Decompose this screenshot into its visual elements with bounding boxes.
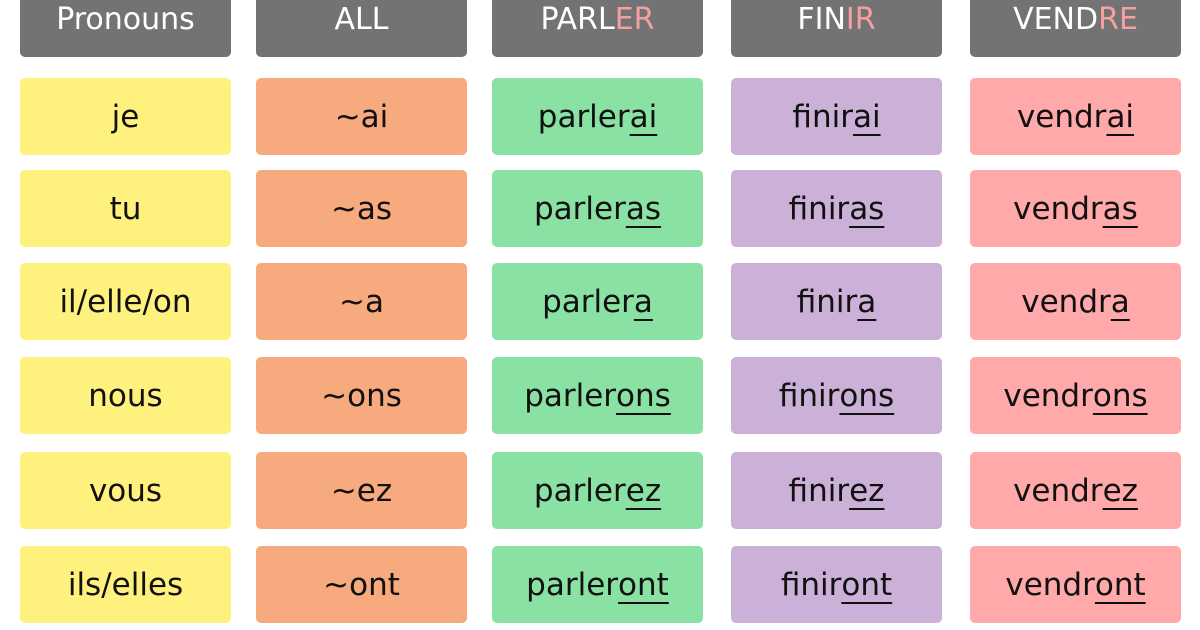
cell-ending: ont	[618, 566, 669, 603]
header-ending: ER	[614, 2, 655, 37]
cell-parler: parler ont	[492, 546, 703, 623]
cell-stem: ~ont	[323, 566, 400, 603]
cell-stem: finir	[792, 98, 853, 135]
cell-finir: finir ons	[731, 357, 942, 434]
cell-parler: parler ez	[492, 452, 703, 529]
cell-pronouns: ils/elles	[20, 546, 231, 623]
cell-stem: parler	[526, 566, 619, 603]
cell-finir: finir a	[731, 263, 942, 340]
cell-stem: nous	[88, 377, 163, 414]
cell-ending: ez	[625, 472, 662, 509]
cell-stem: vendr	[1021, 283, 1111, 320]
cell-stem: finir	[796, 283, 858, 320]
cell-stem: ~a	[339, 283, 384, 320]
cell-ending: ai	[1106, 98, 1135, 135]
cell-stem: finir	[788, 190, 850, 227]
cell-pronouns: il/elle/on	[20, 263, 231, 340]
cell-ending: ont	[1094, 566, 1146, 603]
cell-parler: parler ai	[492, 78, 703, 155]
column-header-all: ALL	[256, 0, 467, 57]
cell-ending: a	[1110, 283, 1130, 320]
cell-stem: vendr	[1016, 98, 1107, 135]
cell-ending: as	[625, 190, 661, 227]
cell-parler: parler as	[492, 170, 703, 247]
cell-ending: ont	[841, 566, 893, 603]
cell-pronouns: vous	[20, 452, 231, 529]
cell-vendre: vendr a	[970, 263, 1181, 340]
column-header-parler: PARLER	[492, 0, 703, 57]
cell-ending: ons	[839, 377, 895, 414]
cell-finir: finir ez	[731, 452, 942, 529]
cell-ending: a	[633, 283, 653, 320]
cell-vendre: vendr ez	[970, 452, 1181, 529]
cell-ending: ez	[849, 472, 885, 509]
cell-finir: finir ai	[731, 78, 942, 155]
cell-finir: finir ont	[731, 546, 942, 623]
cell-stem: finir	[788, 472, 850, 509]
cell-stem: ~ez	[330, 472, 393, 509]
cell-all: ~a	[256, 263, 467, 340]
column-header-finir: FINIR	[731, 0, 942, 57]
cell-stem: je	[111, 98, 140, 135]
cell-ending: ai	[852, 98, 881, 135]
cell-stem: ils/elles	[67, 566, 184, 603]
cell-ending: as	[849, 190, 885, 227]
cell-pronouns: nous	[20, 357, 231, 434]
header-base: Pronouns	[56, 2, 195, 37]
cell-parler: parler a	[492, 263, 703, 340]
cell-all: ~as	[256, 170, 467, 247]
cell-stem: ~ons	[321, 377, 402, 414]
cell-parler: parler ons	[492, 357, 703, 434]
cell-ending: ai	[629, 98, 658, 135]
cell-all: ~ons	[256, 357, 467, 434]
cell-ending: a	[857, 283, 877, 320]
cell-ending: as	[1102, 190, 1138, 227]
cell-stem: vendr	[1005, 566, 1095, 603]
cell-vendre: vendr ai	[970, 78, 1181, 155]
cell-all: ~ez	[256, 452, 467, 529]
cell-ending: ez	[1102, 472, 1138, 509]
cell-vendre: vendr as	[970, 170, 1181, 247]
cell-pronouns: je	[20, 78, 231, 155]
cell-stem: finir	[778, 377, 840, 414]
cell-stem: parler	[524, 377, 617, 414]
cell-stem: ~as	[330, 190, 393, 227]
column-header-pronouns: Pronouns	[20, 0, 231, 57]
cell-stem: parler	[533, 472, 626, 509]
column-header-vendre: VENDRE	[970, 0, 1181, 57]
cell-ending: ons	[1092, 377, 1148, 414]
cell-finir: finir as	[731, 170, 942, 247]
cell-vendre: vendr ons	[970, 357, 1181, 434]
cell-stem: parler	[533, 190, 626, 227]
cell-stem: vendr	[1013, 190, 1103, 227]
cell-stem: parler	[542, 283, 634, 320]
cell-vendre: vendr ont	[970, 546, 1181, 623]
cell-stem: vous	[88, 472, 163, 509]
cell-all: ~ai	[256, 78, 467, 155]
cell-stem: ~ai	[334, 98, 389, 135]
cell-ending: ons	[616, 377, 671, 414]
cell-stem: vendr	[1013, 472, 1103, 509]
header-base: FIN	[797, 2, 846, 37]
header-base: PARL	[540, 2, 615, 37]
cell-stem: tu	[109, 190, 142, 227]
cell-stem: vendr	[1003, 377, 1093, 414]
header-base: ALL	[334, 2, 389, 37]
cell-stem: parler	[537, 98, 630, 135]
cell-all: ~ont	[256, 546, 467, 623]
header-ending: IR	[845, 2, 876, 37]
cell-stem: il/elle/on	[59, 283, 192, 320]
header-ending: RE	[1098, 2, 1138, 37]
cell-pronouns: tu	[20, 170, 231, 247]
header-base: VEND	[1013, 2, 1099, 37]
cell-stem: finir	[780, 566, 842, 603]
